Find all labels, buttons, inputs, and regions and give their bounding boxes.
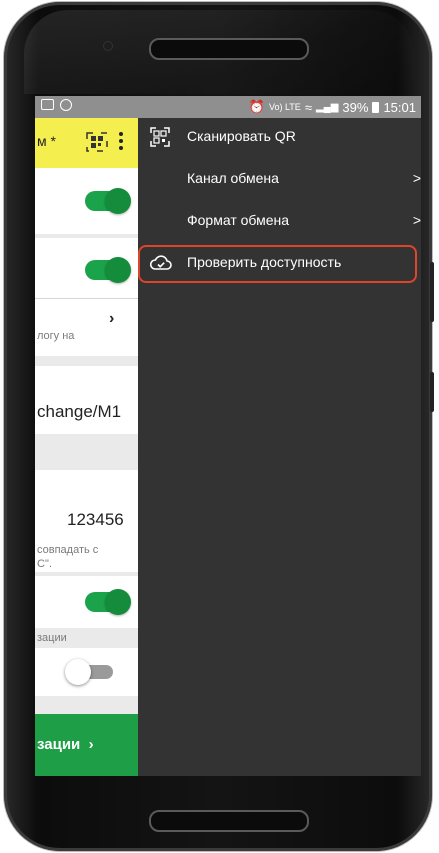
earpiece-speaker [149,38,309,60]
volte-indicator: Vo) LTE [268,101,301,112]
menu-item-exchange-format[interactable]: Формат обмена > [138,202,421,240]
hint-text-2: совпадать с [37,544,99,556]
chevron-right-icon[interactable]: › [109,310,114,328]
toggle-switch-2[interactable] [85,257,131,283]
overflow-menu: Сканировать QR Канал обмена > Формат обм… [138,118,421,776]
front-camera [104,42,112,50]
menu-item-label: Формат обмена [187,212,290,228]
menu-item-label: Канал обмена [187,170,279,186]
power-button [430,372,434,412]
camera-notification-icon [60,99,72,111]
volume-button [430,262,434,322]
qr-icon[interactable] [86,132,108,152]
menu-item-exchange-channel[interactable]: Канал обмена > [138,160,421,198]
gallery-notification-icon [41,99,54,110]
code-value: 123456 [67,510,124,529]
status-bar: ⏰ Vo) LTE ≈ ▂▄▆ 39% 15:01 [35,96,421,118]
highlight-frame [138,245,417,283]
exchange-url-value: change/M1 [37,402,122,421]
wifi-icon: ≈ [304,99,312,115]
menu-item-scan-qr[interactable]: Сканировать QR [138,118,421,156]
battery-percent: 39% [342,99,369,115]
qr-icon [150,127,170,147]
hint-text-3: С". [37,558,52,570]
hint-text: логу на [37,330,75,342]
clock: 15:01 [383,99,416,115]
section-caption: зации [37,632,67,644]
more-menu-icon[interactable] [119,132,123,153]
toggle-switch-3[interactable] [85,589,131,615]
bottom-speaker [149,810,309,832]
screen: ⏰ Vo) LTE ≈ ▂▄▆ 39% 15:01 м * › логу на … [35,96,421,776]
toggle-switch-4[interactable] [65,659,113,685]
chevron-right-icon: > [412,212,421,228]
phone-frame: ⏰ Vo) LTE ≈ ▂▄▆ 39% 15:01 м * › логу на … [4,2,434,851]
alarm-icon: ⏰ [248,99,265,114]
sync-button-label: зации › [37,736,94,753]
chevron-right-icon: > [412,170,421,186]
toggle-switch-1[interactable] [85,188,131,214]
app-title: м * [37,133,56,149]
signal-icon: ▂▄▆ [315,101,339,113]
battery-icon [372,101,380,113]
menu-item-label: Сканировать QR [187,128,296,144]
